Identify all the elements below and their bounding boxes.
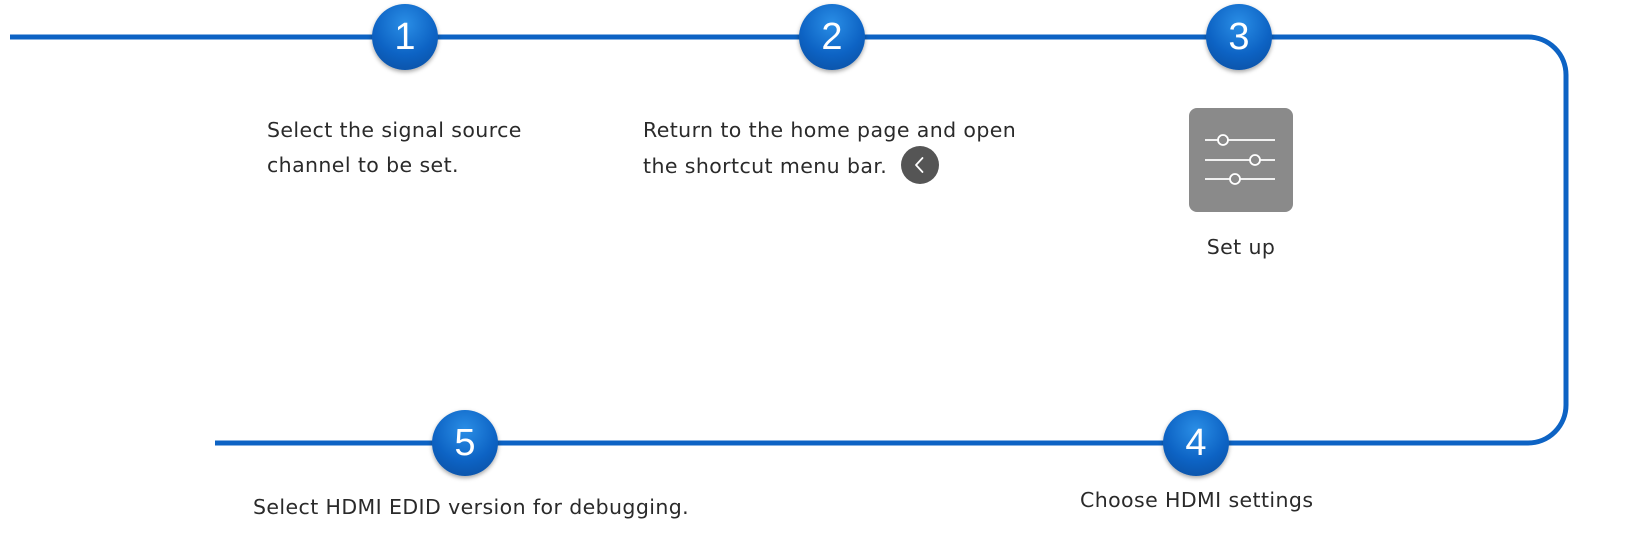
step-2-line-1: Return to the home page and open: [643, 118, 1017, 142]
step-4-line-1: Choose HDMI settings: [1080, 488, 1314, 512]
step-2-badge: 2: [799, 4, 865, 70]
step-2-description: Return to the home page and open the sho…: [643, 113, 1016, 186]
step-3-badge: 3: [1206, 4, 1272, 70]
step-4-description: Choose HDMI settings: [1080, 483, 1313, 518]
step-2-line-2: the shortcut menu bar.: [643, 154, 888, 178]
step-1-description: Select the signal source channel to be s…: [267, 113, 522, 183]
step-2-line-2-row: the shortcut menu bar.: [643, 146, 1016, 186]
process-flow-line: [10, 34, 1569, 446]
chevron-left-icon: [901, 146, 940, 184]
step-1-badge: 1: [372, 4, 438, 70]
step-4-badge: 4: [1163, 410, 1229, 476]
step-5-description: Select HDMI EDID version for debugging.: [253, 490, 689, 525]
step-5-line-1: Select HDMI EDID version for debugging.: [253, 495, 690, 519]
step-5-badge: 5: [432, 410, 498, 476]
sliders-icon: [1189, 108, 1293, 212]
step-3-label: Set up: [1206, 235, 1276, 259]
step-1-line-1: Select the signal source: [267, 118, 522, 142]
step-1-line-2: channel to be set.: [267, 153, 459, 177]
